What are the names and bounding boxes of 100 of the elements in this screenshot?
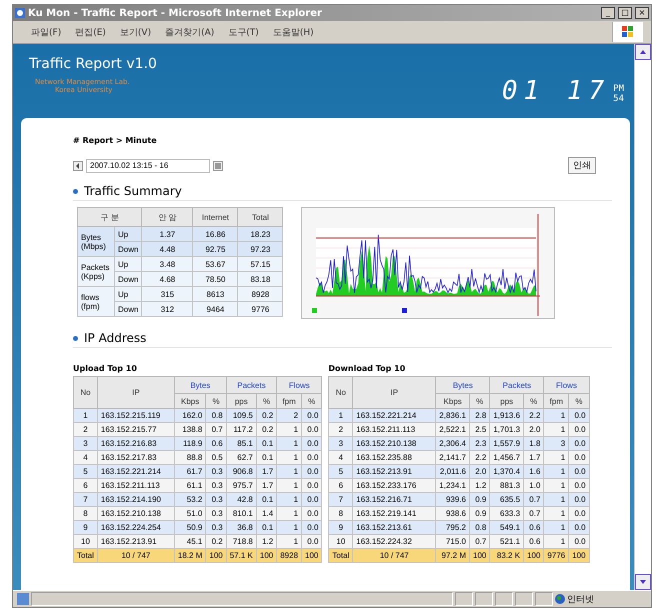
table-cell: 2,522.1: [436, 422, 470, 436]
table-cell: 117.2: [226, 422, 256, 436]
table-cell: 9: [328, 520, 353, 534]
table-cell: 6: [328, 478, 353, 492]
table-cell: 62.7: [226, 450, 256, 464]
table-cell: 906.8: [226, 464, 256, 478]
row-header: Down: [114, 302, 142, 316]
table-cell: 163.152.211.113: [97, 478, 174, 492]
row-header: Up: [114, 286, 142, 302]
table-cell: 635.5: [490, 492, 524, 506]
print-button[interactable]: 인쇄: [568, 157, 596, 174]
table-cell: 1,370.4: [490, 464, 524, 478]
table-cell: 18.23: [238, 226, 283, 242]
row-header: Up: [114, 256, 142, 272]
total-cell: 10 / 747: [97, 548, 174, 562]
table-cell: 57.15: [238, 256, 283, 272]
table-cell: 5: [328, 464, 353, 478]
row-header: Down: [114, 272, 142, 286]
column-header: pps: [226, 394, 256, 408]
app-title: Traffic Report v1.0: [29, 56, 157, 72]
table-cell: 718.8: [226, 534, 256, 548]
table-cell: 83.18: [238, 272, 283, 286]
table-cell: 2,011.6: [436, 464, 470, 478]
table-cell: 53.67: [192, 256, 238, 272]
clock-ampm: PM: [613, 84, 624, 94]
column-header: Bytes: [174, 376, 226, 394]
table-cell: 939.6: [436, 492, 470, 506]
row-header: flows (fpm): [78, 286, 114, 316]
table-cell: 1,701.3: [490, 422, 524, 436]
caret-left-icon: [75, 162, 81, 168]
table-cell: 312: [142, 302, 193, 316]
table-cell: 163.152.217.83: [97, 450, 174, 464]
table-cell: 163.152.224.254: [97, 520, 174, 534]
table-cell: 88.8: [174, 450, 206, 464]
calendar-button[interactable]: [213, 160, 223, 170]
column-header: No: [74, 376, 98, 408]
table-cell: 61.1: [174, 478, 206, 492]
table-cell: 521.1: [490, 534, 524, 548]
table-cell: 1,557.9: [490, 436, 524, 450]
table-cell: 163.152.213.91: [97, 534, 174, 548]
table-cell: 7: [328, 492, 353, 506]
table-cell: 4.68: [142, 272, 193, 286]
clock-time: 01 17: [502, 78, 610, 104]
table-cell: 8613: [192, 286, 238, 302]
bullet-icon: [73, 336, 78, 340]
table-title: Download Top 10: [328, 364, 406, 373]
window-control[interactable]: □: [618, 7, 632, 19]
table-cell: 2: [328, 422, 353, 436]
section-title: Traffic Summary: [84, 184, 182, 198]
column-header: IP: [352, 376, 436, 408]
table-cell: 51.0: [174, 506, 206, 520]
menu-item[interactable]: 파일(F): [31, 26, 62, 38]
table-cell: 9776: [238, 302, 283, 316]
window-control[interactable]: _: [601, 7, 615, 19]
table-cell: 163.152.219.141: [352, 506, 436, 520]
bullet-icon: [73, 188, 78, 194]
table-cell: 315: [142, 286, 193, 302]
column-header: Packets: [490, 376, 544, 394]
menu-item[interactable]: 도구(T): [228, 26, 259, 38]
table-cell: 163.152.233.176: [352, 478, 436, 492]
menu-item[interactable]: 도움말(H): [272, 26, 314, 38]
table-cell: 10: [328, 534, 353, 548]
table-cell: 16.86: [192, 226, 238, 242]
table-cell: 3: [74, 436, 98, 450]
menu-item[interactable]: 즐겨찾기(A): [165, 26, 214, 38]
table-cell: 163.152.221.214: [352, 408, 436, 422]
table-cell: 118.9: [174, 436, 206, 450]
table-cell: 163.152.224.32: [352, 534, 436, 548]
table-cell: 163.152.210.138: [97, 506, 174, 520]
total-cell: 97.2 M: [436, 548, 470, 562]
menu-item[interactable]: 편집(E): [75, 26, 106, 38]
menu-item[interactable]: 보기(V): [120, 26, 152, 38]
table-cell: 4: [74, 450, 98, 464]
status-zone: 인터넷: [567, 594, 594, 606]
table-cell: 163.152.235.88: [352, 450, 436, 464]
table-cell: 97.23: [238, 242, 283, 256]
table-cell: 1.37: [142, 226, 193, 242]
table-cell: 1,913.6: [490, 408, 524, 422]
table-cell: 1,456.7: [490, 450, 524, 464]
table-cell: 61.7: [174, 464, 206, 478]
table-cell: 1,234.1: [436, 478, 470, 492]
table-cell: 1: [328, 408, 353, 422]
table-cell: 109.5: [226, 408, 256, 422]
table-cell: 9: [74, 520, 98, 534]
column-header: Total: [238, 208, 283, 226]
table-cell: 163.152.214.190: [97, 492, 174, 506]
table-cell: 938.6: [436, 506, 470, 520]
column-header: 구 분: [78, 208, 142, 226]
table-cell: 2,306.4: [436, 436, 470, 450]
period-field[interactable]: 2007.10.02 13:15 - 16: [86, 158, 210, 172]
total-cell: 83.2 K: [490, 548, 524, 562]
table-cell: 3: [328, 436, 353, 450]
table-cell: 162.0: [174, 408, 206, 422]
column-header: fpm: [544, 394, 569, 408]
previous-button[interactable]: [73, 160, 83, 170]
scroll-down-icon: [640, 580, 646, 584]
globe-icon: [555, 594, 565, 604]
table-cell: 163.152.215.119: [97, 408, 174, 422]
column-header: Packets: [226, 376, 277, 394]
window-control[interactable]: ×: [635, 7, 649, 19]
